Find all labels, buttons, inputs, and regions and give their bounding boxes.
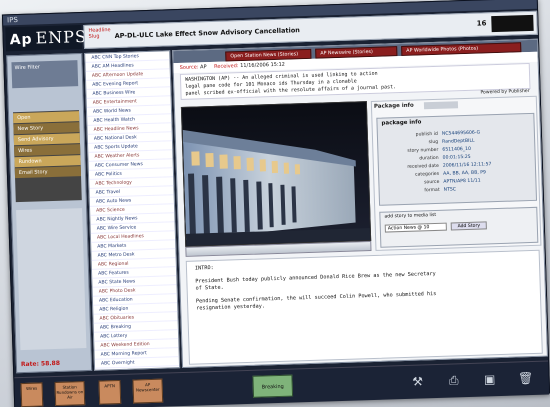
- menu-item[interactable]: Send Advisory: [13, 133, 80, 146]
- package-row-value: APTN/AP8 11/11: [443, 178, 481, 185]
- story-title: AP-DL-ULC Lake Effect Snow Advisory Canc…: [114, 26, 300, 40]
- wires-button[interactable]: Wires: [20, 382, 44, 407]
- breaking-button[interactable]: Breaking: [252, 374, 294, 398]
- ap-newscenter-button[interactable]: AP Newscenter: [132, 378, 164, 404]
- add-story-button[interactable]: Add Story: [450, 221, 487, 231]
- enps-window: IPS Ap ENPS Headline Slug AP-DL-ULC Lake …: [1, 0, 550, 407]
- enps-logo: Ap ENPS: [5, 25, 87, 52]
- menu-item[interactable]: New Story: [13, 122, 80, 135]
- story-counter: 16: [476, 19, 487, 28]
- top-action-button[interactable]: [491, 14, 534, 33]
- received-value: 11/16/2006 15:12: [240, 61, 286, 70]
- body-paragraph-2: Pending Senate confirmation, the will su…: [195, 291, 437, 312]
- aptn-button[interactable]: APTN: [98, 379, 122, 405]
- package-info-box: package info publish id NC544695606-G slug…: [376, 112, 538, 206]
- package-info-panel: Powered by Publisher Package info packag…: [370, 89, 542, 251]
- tab-package-info[interactable]: Package info: [374, 103, 414, 110]
- menu-item[interactable]: Open: [13, 111, 80, 124]
- left-panel: Wire Filter Open New Story Send Advisory Wi…: [6, 53, 93, 374]
- ap-logo-text: Ap: [9, 31, 33, 49]
- menu-item[interactable]: Rundown: [14, 155, 81, 168]
- screen: IPS Ap ENPS Headline Slug AP-DL-ULC Lake …: [0, 0, 550, 407]
- media-list-select[interactable]: Action News @ 10: [384, 222, 447, 233]
- powered-by: Powered by Publisher: [480, 88, 530, 96]
- story-viewer: Open Station News (Stories) AP Newswire …: [172, 38, 548, 369]
- slug-label: Slug: [88, 33, 100, 40]
- menu-item[interactable]: Wires: [14, 144, 81, 157]
- package-row-key: format: [424, 187, 440, 194]
- tools-icon[interactable]: ⚒: [408, 372, 427, 391]
- station-rundowns-button[interactable]: Station Rundowns on Air: [54, 381, 86, 407]
- package-rows: publish id NC544695606-G slug RandDeptBILL s…: [382, 128, 534, 197]
- lead-paragraph: WASHINGTON (AP) -- An alleged criminal i…: [184, 70, 397, 97]
- monitor-icon[interactable]: ▣: [480, 370, 499, 389]
- action-menu: Open New Story Send Advisory Wires Rundown Em…: [12, 110, 82, 203]
- enps-logo-text: ENPS: [35, 26, 88, 48]
- building-photo: [181, 102, 372, 247]
- source-value: AP: [200, 64, 207, 71]
- menu-item[interactable]: Email Story: [14, 166, 82, 179]
- left-panel-blank: [16, 208, 87, 351]
- add-to-media-list: add story to media list Action News @ 10…: [379, 206, 539, 248]
- printer-icon[interactable]: ⎙: [444, 371, 463, 390]
- source-label: Source:: [179, 64, 199, 71]
- trash-icon[interactable]: 🗑: [516, 369, 535, 388]
- video-frame[interactable]: [180, 101, 372, 247]
- package-row-value: NTSC: [443, 187, 457, 193]
- add-story-label: add story to media list: [384, 212, 437, 220]
- story-list: ABC CNN Top Stories ABC AM Headlines ABC A…: [84, 50, 181, 371]
- top-labels: Headline Slug: [88, 27, 110, 40]
- rate-status: Rate: 58.88: [20, 359, 61, 369]
- received-label: Received:: [214, 63, 239, 70]
- story-body[interactable]: INTRO: President Bush today publicly ann…: [185, 249, 543, 365]
- tab-blank[interactable]: [423, 101, 459, 110]
- package-info-title: package info: [381, 119, 422, 127]
- filter-header[interactable]: Wire Filter: [11, 60, 79, 89]
